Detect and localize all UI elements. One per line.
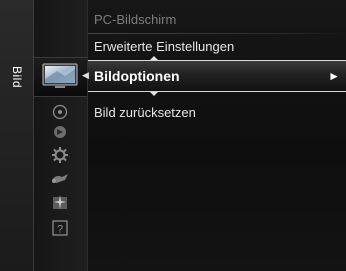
setup-icon[interactable] <box>51 146 69 164</box>
menu-item-picture-options[interactable]: Bildoptionen ► <box>88 60 346 92</box>
category-label: Bild <box>10 65 24 88</box>
application-icon[interactable] <box>51 194 69 212</box>
scroll-down-indicator-icon <box>150 92 158 96</box>
input-icon[interactable] <box>50 170 70 186</box>
menu-item-picture-options-label: Bildoptionen <box>94 68 180 84</box>
support-icon[interactable]: ? <box>51 219 69 237</box>
channel-icon[interactable] <box>52 124 68 140</box>
picture-icon[interactable] <box>41 61 79 91</box>
caret-left-icon: ◀ <box>82 70 89 80</box>
sound-icon[interactable] <box>52 104 68 120</box>
menu-item-advanced-settings[interactable]: Erweiterte Einstellungen <box>88 36 346 58</box>
menu-item-reset-picture[interactable]: Bild zurücksetzen <box>88 102 346 124</box>
scroll-up-indicator-icon <box>150 56 158 60</box>
svg-text:?: ? <box>57 224 63 236</box>
tv-osd-menu: Bild ? PC-Bildschirm Erweiterte Einstell… <box>0 0 346 271</box>
menu-item-pc-screen: PC-Bildschirm <box>94 12 177 27</box>
category-tab: Bild <box>0 0 34 271</box>
submenu-arrow-icon: ► <box>328 69 340 83</box>
menu-separator <box>88 33 346 34</box>
